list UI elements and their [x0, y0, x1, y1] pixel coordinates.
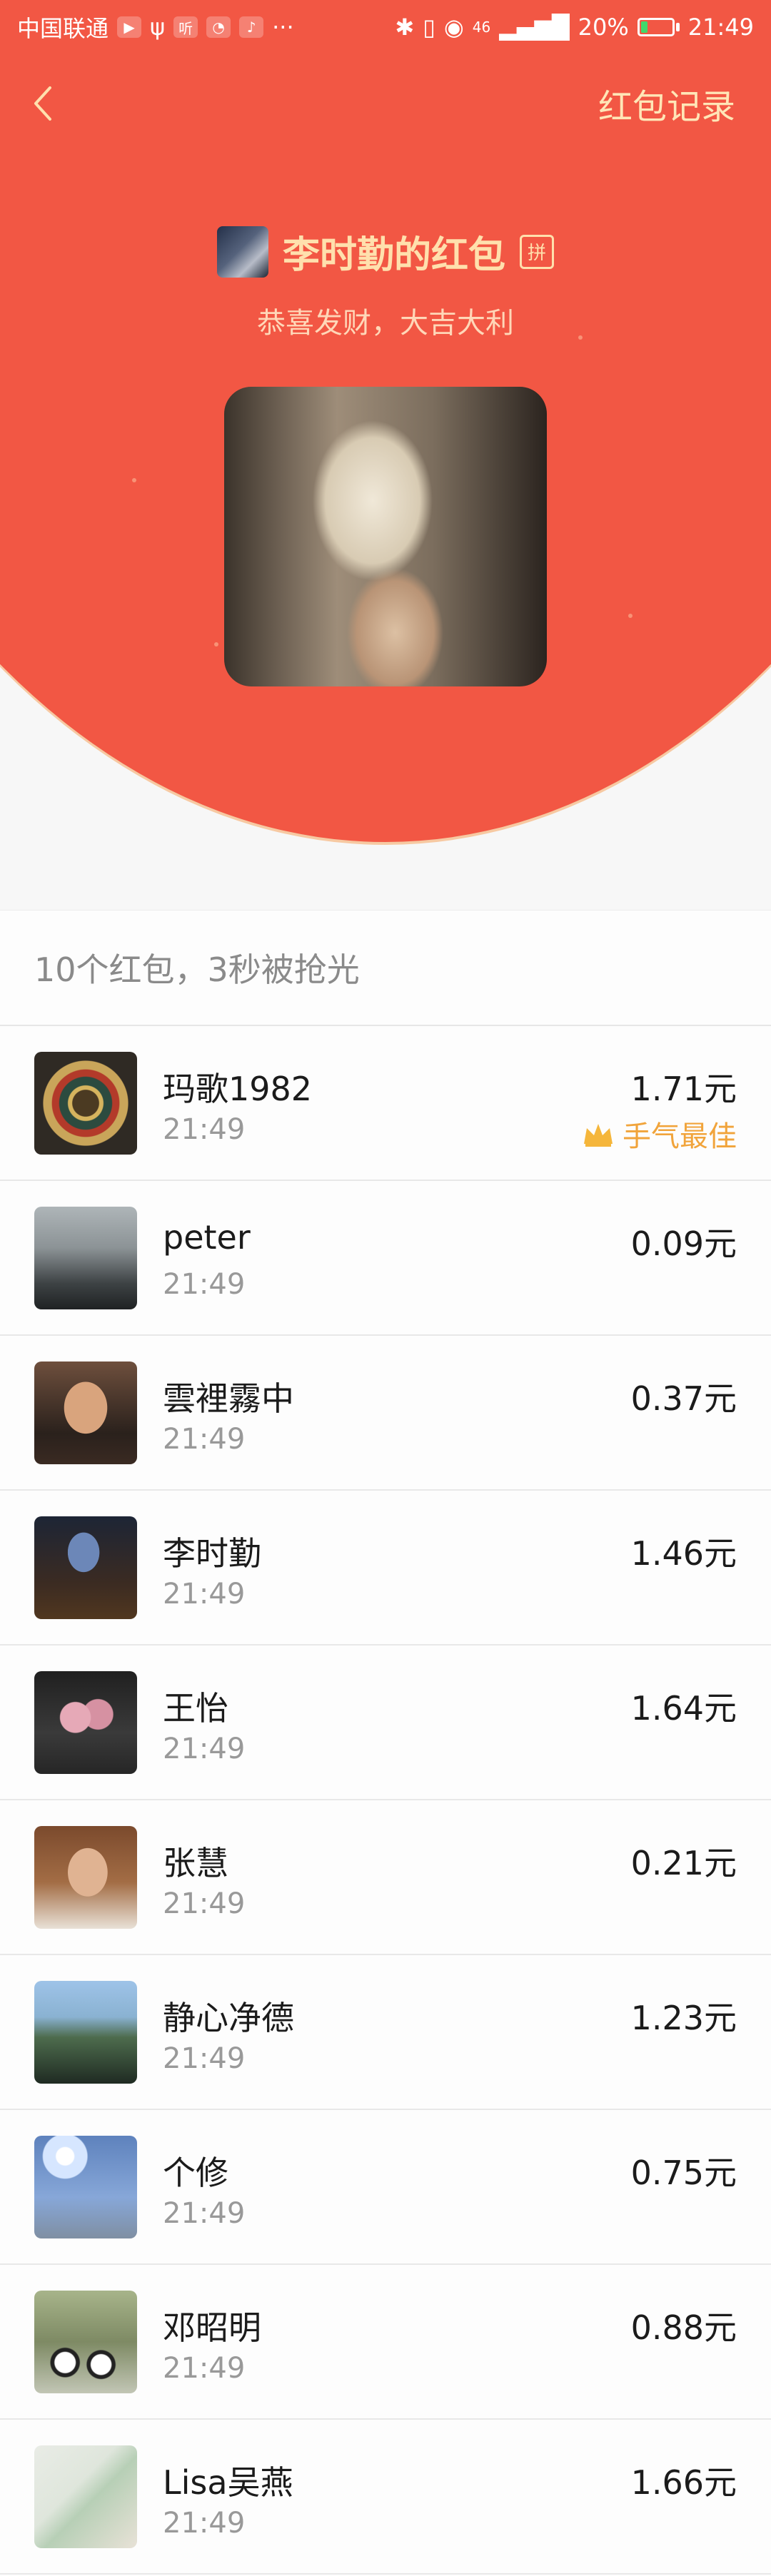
record-time: 21:49: [163, 2352, 246, 2385]
avatar[interactable]: [34, 1516, 137, 1619]
record-row[interactable]: 邓昭明 21:49 0.88元: [0, 2265, 771, 2420]
record-row[interactable]: Lisa吴燕 21:49 1.66元: [0, 2420, 771, 2575]
record-row[interactable]: 雲裡霧中 21:49 0.37元: [0, 1336, 771, 1491]
avatar[interactable]: [34, 1826, 137, 1929]
news-app-icon: 听: [173, 16, 198, 38]
avatar[interactable]: [34, 1207, 137, 1309]
sparkle: [214, 642, 218, 646]
sparkle: [578, 335, 583, 340]
record-amount: 0.75元: [630, 2154, 737, 2192]
network-type-label: 46: [472, 19, 491, 36]
record-name: 王怡: [163, 1689, 228, 1728]
record-row[interactable]: 玛歌1982 21:49 1.71元手气最佳: [0, 1026, 771, 1181]
avatar[interactable]: [34, 1981, 137, 2084]
record-row[interactable]: 张慧 21:49 0.21元: [0, 1800, 771, 1955]
notification-icon: ◔: [206, 16, 231, 38]
pin-icon: 拼: [520, 234, 554, 269]
sparkle: [132, 478, 136, 482]
record-name: peter: [163, 1218, 251, 1257]
chevron-left-icon: [34, 86, 51, 121]
bluetooth-icon: ✱: [395, 14, 415, 41]
avatar[interactable]: [34, 1671, 137, 1774]
video-app-icon: ▶: [117, 16, 142, 38]
record-amount: 1.64元: [630, 1689, 737, 1728]
record-row[interactable]: 王怡 21:49 1.64元: [0, 1646, 771, 1800]
battery-fill: [640, 21, 647, 33]
record-name: 李时勤: [163, 1534, 261, 1573]
music-app-icon: ♪: [239, 16, 264, 38]
record-amount: 1.23元: [630, 1999, 737, 2037]
record-time: 21:49: [163, 1578, 246, 1611]
avatar[interactable]: [34, 1361, 137, 1464]
record-row[interactable]: 静心净德 21:49 1.23元: [0, 1955, 771, 2110]
eye-comfort-icon: ◉: [443, 14, 464, 41]
signal-icon: ▂▄▆█: [499, 14, 570, 41]
avatar[interactable]: [34, 1052, 137, 1155]
record-row[interactable]: peter 21:49 0.09元: [0, 1181, 771, 1336]
sparkle: [628, 614, 633, 618]
envelope-photo[interactable]: [224, 387, 547, 686]
carrier-label: 中国联通: [17, 15, 109, 42]
record-time: 21:49: [163, 1113, 246, 1146]
avatar[interactable]: [34, 2445, 137, 2548]
record-time: 21:49: [163, 2042, 246, 2075]
record-time: 21:49: [163, 2507, 246, 2540]
best-luck-badge: 手气最佳: [581, 1113, 737, 1155]
sender-title: 李时勤的红包: [282, 234, 505, 277]
status-bar-left: 中国联通 ▶ ψ 听 ◔ ♪ ···: [17, 11, 294, 44]
avatar[interactable]: [34, 2291, 137, 2393]
battery-percent: 20%: [578, 14, 629, 41]
record-amount: 0.09元: [630, 1224, 737, 1263]
avatar[interactable]: [34, 2136, 137, 2238]
records-list: 10个红包，3秒被抢光 玛歌1982 21:49 1.71元手气最佳 peter 21:…: [0, 910, 771, 2576]
record-name: Lisa吴燕: [163, 2463, 293, 2502]
records-rows: 玛歌1982 21:49 1.71元手气最佳 peter 21:49 0.09元雲裡霧中 2…: [0, 1026, 771, 2575]
battery-icon: [637, 18, 680, 36]
greeting-text: 恭喜发财，大吉大利: [257, 307, 514, 340]
summary-text: 10个红包，3秒被抢光: [0, 911, 771, 1026]
clock: 21:49: [687, 14, 754, 41]
record-amount: 0.21元: [630, 1844, 737, 1882]
record-amount: 0.37元: [630, 1379, 737, 1418]
status-bar-right: ✱ ▯ ◉ 46 ▂▄▆█ 20% 21:49: [395, 14, 754, 41]
record-time: 21:49: [163, 1423, 246, 1456]
back-button[interactable]: [24, 78, 61, 128]
record-row[interactable]: 李时勤 21:49 1.46元: [0, 1491, 771, 1646]
crown-icon: [581, 1120, 615, 1148]
record-row[interactable]: 个修 21:49 0.75元: [0, 2110, 771, 2265]
record-name: 静心净德: [163, 1999, 294, 2037]
record-time: 21:49: [163, 1733, 246, 1765]
record-name: 个修: [163, 2154, 228, 2192]
record-name: 玛歌1982: [163, 1070, 313, 1108]
sender-avatar[interactable]: [216, 225, 268, 278]
vibrate-icon: ▯: [423, 14, 435, 41]
record-name: 雲裡霧中: [163, 1379, 294, 1418]
records-button[interactable]: 红包记录: [598, 78, 735, 128]
record-time: 21:49: [163, 2197, 246, 2230]
record-name: 张慧: [163, 1844, 228, 1882]
sender-info: 李时勤的红包 拼: [0, 225, 771, 278]
record-amount: 1.46元: [630, 1534, 737, 1573]
record-time: 21:49: [163, 1887, 246, 1920]
status-bar: 中国联通 ▶ ψ 听 ◔ ♪ ··· ✱ ▯ ◉ 46 ▂▄▆█ 20% 21:…: [0, 0, 771, 54]
record-amount: 1.71元: [630, 1070, 737, 1108]
record-name: 邓昭明: [163, 2308, 261, 2347]
record-amount: 0.88元: [630, 2308, 737, 2347]
best-luck-label: 手气最佳: [623, 1120, 737, 1153]
more-icon: ···: [272, 14, 294, 41]
record-amount: 1.66元: [630, 2463, 737, 2502]
record-time: 21:49: [163, 1268, 246, 1301]
usb-icon: ψ: [150, 14, 166, 41]
